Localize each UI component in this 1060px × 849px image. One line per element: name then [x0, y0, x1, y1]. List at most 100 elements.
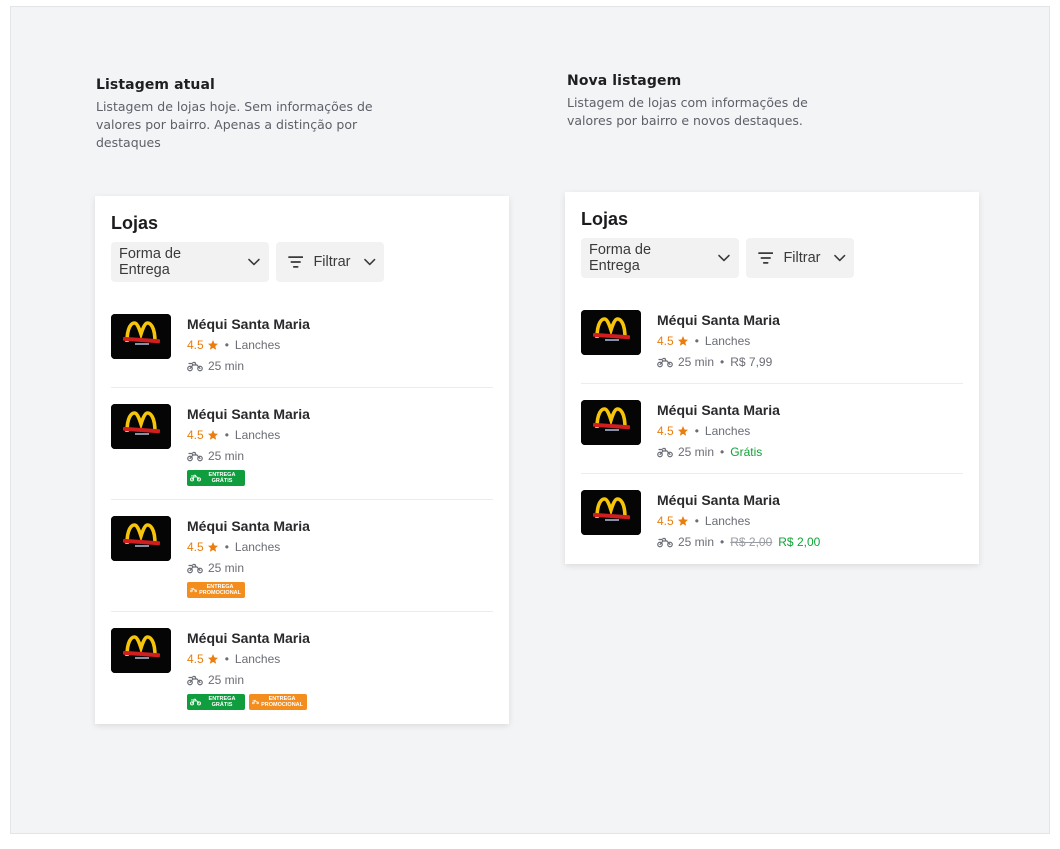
star-icon: [207, 339, 219, 351]
delivery-method-label: Forma de Entrega: [119, 246, 182, 278]
section-title-current: Listagem atual: [96, 77, 215, 93]
section-title-new: Nova listagem: [567, 73, 682, 89]
store-delivery-row: 25 min: [187, 449, 244, 463]
filter-label: Filtrar: [313, 254, 351, 270]
delivery-method-dropdown[interactable]: Forma de Entrega: [581, 238, 739, 278]
store-name: Méqui Santa Maria: [187, 630, 310, 646]
chevron-down-icon: [833, 251, 847, 265]
store-rating: 4.5: [187, 540, 204, 554]
separator-dot: •: [224, 428, 229, 442]
mcdonalds-logo: [581, 490, 641, 535]
canvas-board: Listagem atual Listagem de lojas hoje. S…: [10, 6, 1050, 834]
delivery-fee-old: R$ 2,00: [730, 535, 773, 549]
star-icon: [677, 425, 689, 437]
store-name: Méqui Santa Maria: [187, 316, 310, 332]
filter-dropdown[interactable]: Filtrar: [746, 238, 854, 278]
promo-delivery-badge: ENTREGA PROMOCIONAL: [187, 582, 245, 598]
motorcycle-icon: [187, 675, 203, 686]
chevron-down-icon: [247, 255, 261, 269]
star-icon: [207, 541, 219, 553]
section-description-new: Listagem de lojas com informações de val…: [567, 95, 808, 128]
store-category: Lanches: [704, 424, 751, 438]
filter-icon: [758, 251, 773, 265]
delivery-time: 25 min: [208, 673, 245, 687]
star-icon: [677, 515, 689, 527]
store-rating-row: 4.5 • Lanches: [657, 334, 750, 348]
store-item[interactable]: Méqui Santa Maria 4.5 • Lanches 25 min E…: [111, 628, 493, 712]
store-rating-row: 4.5 • Lanches: [657, 424, 750, 438]
store-rating-row: 4.5 • Lanches: [657, 514, 750, 528]
delivery-time: 25 min: [678, 445, 715, 459]
store-delivery-row: 25 min • R$ 7,99: [657, 355, 772, 369]
divider: [111, 611, 493, 612]
motorcycle-icon: [187, 451, 203, 462]
mcdonalds-logo: [581, 310, 641, 355]
store-list-card-new: Lojas Forma de Entrega Filtrar Méqui San…: [565, 192, 979, 564]
mcdonalds-logo: [111, 628, 171, 673]
motorcycle-icon: [190, 474, 201, 482]
separator-dot: •: [694, 334, 699, 348]
motorcycle-icon: [657, 447, 673, 458]
divider: [111, 499, 493, 500]
delivery-time: 25 min: [208, 561, 245, 575]
section-description-current: Listagem de lojas hoje. Sem informações …: [96, 99, 373, 150]
delivery-fee: R$ 7,99: [730, 355, 773, 369]
store-name: Méqui Santa Maria: [657, 492, 780, 508]
filter-icon: [288, 255, 303, 269]
store-name: Méqui Santa Maria: [657, 402, 780, 418]
chevron-down-icon: [717, 251, 731, 265]
store-item[interactable]: Méqui Santa Maria 4.5 • Lanches 25 min: [111, 314, 493, 374]
separator-dot: •: [224, 540, 229, 554]
store-category: Lanches: [704, 334, 751, 348]
promo-delivery-badge: ENTREGA PROMOCIONAL: [249, 694, 307, 710]
badge-label: ENTREGA PROMOCIONAL: [261, 696, 304, 708]
store-category: Lanches: [234, 338, 281, 352]
card-title: Lojas: [111, 213, 159, 233]
store-item[interactable]: Méqui Santa Maria 4.5 • Lanches 25 min •…: [581, 400, 963, 460]
store-item[interactable]: Méqui Santa Maria 4.5 • Lanches 25 min •…: [581, 310, 963, 370]
delivery-time: 25 min: [678, 535, 715, 549]
motorcycle-icon: [190, 698, 201, 706]
store-rating: 4.5: [187, 652, 204, 666]
store-item[interactable]: Méqui Santa Maria 4.5 • Lanches 25 min E…: [111, 404, 493, 488]
mcdonalds-logo: [111, 314, 171, 359]
separator-dot: •: [694, 424, 699, 438]
free-delivery-badge: ENTREGA GRÁTIS: [187, 470, 245, 486]
chevron-down-icon: [363, 255, 377, 269]
store-name: Méqui Santa Maria: [187, 518, 310, 534]
store-rating-row: 4.5 • Lanches: [187, 540, 280, 554]
store-rating: 4.5: [657, 424, 674, 438]
store-category: Lanches: [234, 540, 281, 554]
badge-label: ENTREGA GRÁTIS: [208, 696, 236, 708]
store-delivery-row: 25 min: [187, 673, 244, 687]
store-delivery-row: 25 min: [187, 359, 244, 373]
delivery-time: 25 min: [678, 355, 715, 369]
store-item[interactable]: Méqui Santa Maria 4.5 • Lanches 25 min •…: [581, 490, 963, 550]
card-title: Lojas: [581, 209, 629, 229]
star-icon: [207, 653, 219, 665]
store-category: Lanches: [234, 428, 281, 442]
store-rating-row: 4.5 • Lanches: [187, 652, 280, 666]
delivery-fee-promo: R$ 2,00: [778, 535, 821, 549]
store-rating: 4.5: [187, 428, 204, 442]
store-delivery-row: 25 min • R$ 2,00 R$ 2,00: [657, 535, 820, 549]
store-category: Lanches: [704, 514, 751, 528]
delivery-fee-free: Grátis: [730, 445, 763, 459]
mcdonalds-logo: [111, 404, 171, 449]
store-rating: 4.5: [187, 338, 204, 352]
mcdonalds-logo: [581, 400, 641, 445]
separator-dot: •: [720, 535, 725, 549]
store-item[interactable]: Méqui Santa Maria 4.5 • Lanches 25 min E…: [111, 516, 493, 600]
divider: [581, 473, 963, 474]
badges: ENTREGA GRÁTIS: [187, 470, 245, 486]
store-name: Méqui Santa Maria: [187, 406, 310, 422]
motorcycle-icon: [657, 357, 673, 368]
delivery-time: 25 min: [208, 449, 245, 463]
motorcycle-icon: [190, 586, 197, 594]
store-name: Méqui Santa Maria: [657, 312, 780, 328]
delivery-method-dropdown[interactable]: Forma de Entrega: [111, 242, 269, 282]
store-category: Lanches: [234, 652, 281, 666]
filter-dropdown[interactable]: Filtrar: [276, 242, 384, 282]
star-icon: [207, 429, 219, 441]
separator-dot: •: [224, 338, 229, 352]
